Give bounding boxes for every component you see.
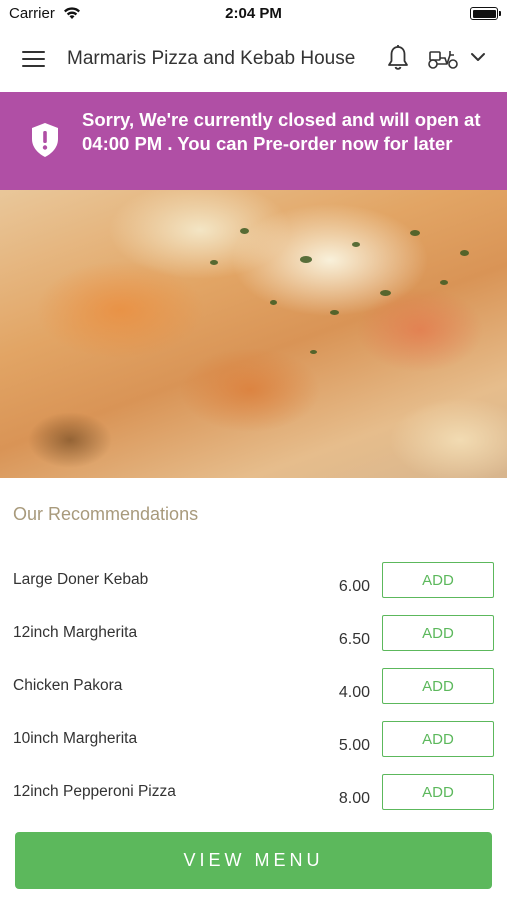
add-button[interactable]: ADD <box>382 668 494 704</box>
restaurant-title: Marmaris Pizza and Kebab House <box>67 48 356 69</box>
view-menu-button[interactable]: VIEW MENU <box>15 832 492 889</box>
scooter-icon[interactable] <box>427 46 459 70</box>
closed-notice-text: Sorry, We're currently closed and will o… <box>82 109 481 154</box>
add-button[interactable]: ADD <box>382 721 494 757</box>
pizza-hero-image <box>0 190 507 478</box>
item-name: Chicken Pakora <box>13 677 123 694</box>
list-item: 12inch Pepperoni Pizza 8.00 ADD <box>0 774 507 836</box>
chevron-down-icon[interactable] <box>469 50 487 64</box>
item-price: 6.00 <box>338 578 370 595</box>
closed-notice-banner: Sorry, We're currently closed and will o… <box>0 92 507 190</box>
item-name: 10inch Margherita <box>13 730 138 747</box>
add-button[interactable]: ADD <box>382 562 494 598</box>
item-name: 12inch Pepperoni Pizza <box>13 783 176 800</box>
hamburger-menu-icon[interactable] <box>22 49 45 69</box>
add-button[interactable]: ADD <box>382 615 494 651</box>
item-price: 8.00 <box>338 790 370 807</box>
add-button[interactable]: ADD <box>382 774 494 810</box>
shield-alert-icon <box>32 123 58 157</box>
item-price: 6.50 <box>338 631 370 648</box>
bell-icon[interactable] <box>386 44 410 72</box>
status-bar: Carrier 2:04 PM <box>0 0 507 28</box>
app-header: Marmaris Pizza and Kebab House <box>0 28 507 92</box>
status-time: 2:04 PM <box>225 5 282 22</box>
battery-icon <box>470 7 501 20</box>
recommendations-heading: Our Recommendations <box>13 504 199 524</box>
item-name: Large Doner Kebab <box>13 571 149 588</box>
item-price: 4.00 <box>338 684 370 701</box>
item-name: 12inch Margherita <box>13 624 138 641</box>
item-price: 5.00 <box>338 737 370 754</box>
